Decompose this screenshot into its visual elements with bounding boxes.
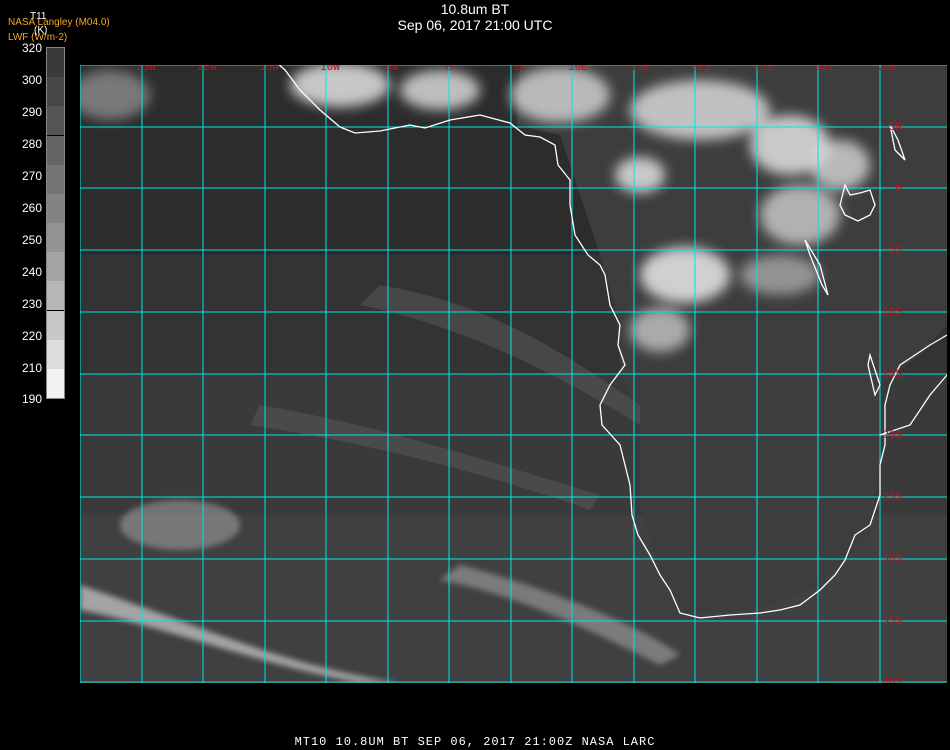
colorbar-variable: T11 <box>30 11 47 22</box>
longitude-label: 10E <box>568 65 588 74</box>
latitude-label: 10S <box>882 307 902 319</box>
colorbar-tick-label: 290 <box>21 105 42 119</box>
colorbar-segment <box>47 164 64 194</box>
colorbar-tick-label: 190 <box>21 392 42 406</box>
colorbar-segment <box>47 252 64 282</box>
colorbar <box>46 47 65 399</box>
colorbar-tick-label: 270 <box>21 169 42 183</box>
colorbar-segment <box>47 310 64 340</box>
satellite-map: 25W 20W 15W 10W 5W 0 5E 10E 15E 20E 25E 30E 35E 5N 0 5… <box>80 65 947 683</box>
colorbar-segment <box>47 281 64 311</box>
colorbar-segment <box>47 223 64 253</box>
colorbar-tick-label: 250 <box>21 233 42 247</box>
colorbar-segment <box>47 368 64 398</box>
latitude-label: 0 <box>895 183 902 195</box>
longitude-label: 0 <box>446 65 453 74</box>
colorbar-tick-label: 320 <box>21 41 42 55</box>
longitude-label: 15W <box>259 65 279 74</box>
colorbar-segment <box>47 339 64 369</box>
map-datetime: Sep 06, 2017 21:00 UTC <box>397 17 553 33</box>
map-canvas: 25W 20W 15W 10W 5W 0 5E 10E 15E 20E 25E 30E 35E 5N 0 5… <box>80 65 947 683</box>
footer-caption: MT10 10.8UM BT SEP 06, 2017 21:00Z NASA … <box>294 735 656 749</box>
latitude-label: 5S <box>889 245 903 257</box>
longitude-label: 30E <box>815 65 835 74</box>
colorbar-segment <box>47 135 64 165</box>
colorbar-tick-label: 210 <box>21 361 42 375</box>
latitude-label: 25S <box>882 492 902 504</box>
colorbar-tick-label: 280 <box>21 137 42 151</box>
colorbar-segment <box>47 77 64 107</box>
longitude-label: 15E <box>630 65 650 74</box>
longitude-label: 25W <box>136 65 156 74</box>
colorbar-segment <box>47 106 64 136</box>
colorbar-tick-label: 260 <box>21 201 42 215</box>
colorbar-tick-label: 230 <box>21 297 42 311</box>
colorbar-tick-label: 240 <box>21 265 42 279</box>
longitude-label: 10W <box>320 65 340 74</box>
colorbar-tick-label: 220 <box>21 329 42 343</box>
latitude-label: 35S <box>882 616 902 628</box>
latitude-label: 20S <box>882 430 902 442</box>
latitude-label: 40S <box>882 677 902 683</box>
longitude-label: 20W <box>197 65 217 74</box>
source-label: NASA Langley (M04.0) <box>8 17 110 28</box>
longitude-label: 35E <box>878 65 898 74</box>
map-title: 10.8um BT <box>440 1 510 17</box>
latitude-label: 30S <box>882 554 902 566</box>
colorbar-segment <box>47 48 64 78</box>
latitude-label: 5N <box>889 122 902 134</box>
colorbar-unit: (K) <box>34 25 48 36</box>
colorbar-segment <box>47 193 64 223</box>
latitude-label: 15S <box>882 369 902 381</box>
longitude-label: 5W <box>385 65 399 74</box>
longitude-label: 25E <box>753 65 773 74</box>
longitude-label: 20E <box>691 65 711 74</box>
colorbar-tick-label: 300 <box>21 73 42 87</box>
longitude-label: 5E <box>512 65 526 74</box>
